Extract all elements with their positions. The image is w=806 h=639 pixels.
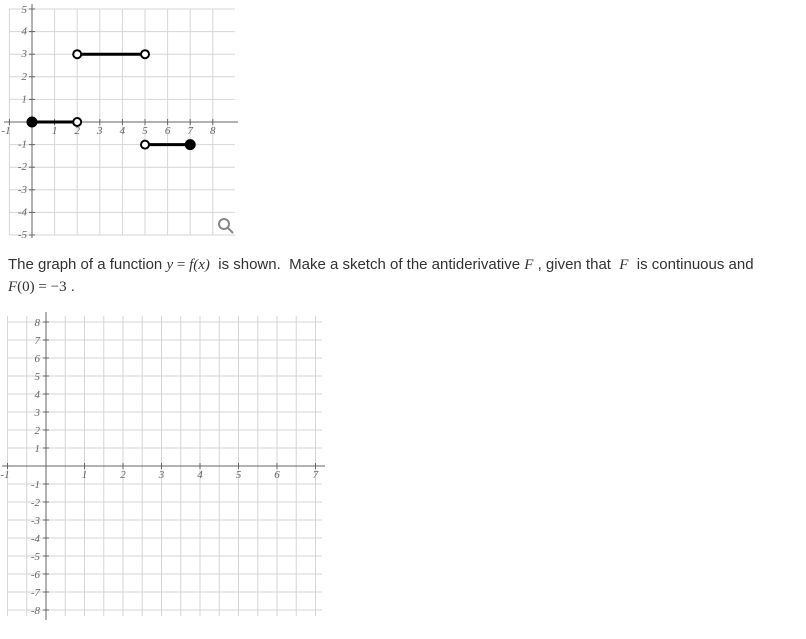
y-tick-label: 1 (35, 443, 41, 455)
x-tick-label: 7 (187, 125, 193, 137)
prompt-text: . (67, 278, 75, 295)
x-tick-label: -1 (0, 469, 9, 481)
y-tick-label: -2 (18, 161, 28, 173)
prompt-text: is continuous and (628, 256, 753, 273)
y-tick-label: 3 (21, 48, 28, 60)
y-tick-label: -1 (31, 479, 40, 491)
x-tick-label: 6 (165, 125, 171, 137)
prompt-text: is shown. Make a sketch of the antideriv… (210, 256, 524, 273)
y-tick-label: -5 (18, 229, 28, 241)
y-tick-label: -4 (31, 533, 41, 545)
x-tick-label: 5 (142, 125, 148, 137)
y-tick-label: 1 (22, 93, 28, 105)
y-tick-label: 8 (35, 317, 41, 329)
y-tick-label: -1 (18, 139, 27, 151)
prompt-text: , given that (533, 256, 619, 273)
y-tick-label: -4 (18, 206, 28, 218)
x-tick-label: 6 (274, 469, 280, 481)
y-tick-label: 7 (35, 335, 41, 347)
x-tick-label: 7 (313, 469, 319, 481)
y-tick-label: -5 (31, 551, 41, 563)
axis-labels: -1 1 2 3 4 5 6 7 -8 -7 -6 -5 -4 -3 -2 -1… (0, 317, 318, 617)
math-expr: y = f(x) (166, 257, 209, 273)
y-tick-label: 3 (34, 407, 41, 419)
y-tick-label: -2 (31, 497, 41, 509)
y-tick-label: -7 (31, 587, 41, 599)
y-tick-label: -3 (31, 515, 41, 527)
y-tick-label: 4 (22, 26, 28, 38)
answer-grid[interactable]: -1 1 2 3 4 5 6 7 -8 -7 -6 -5 -4 -3 -2 -1… (0, 306, 806, 631)
y-tick-label: 2 (22, 71, 28, 83)
question-prompt: The graph of a function y = f(x) is show… (8, 254, 768, 298)
y-tick-label: 5 (35, 371, 41, 383)
y-tick-label: 6 (35, 353, 41, 365)
y-tick-label: 2 (35, 425, 41, 437)
x-tick-label: 3 (96, 125, 103, 137)
x-tick-label: -1 (1, 125, 10, 137)
function-graph: -1 1 2 3 4 5 6 7 8 -5 -4 -3 -2 -1 1 2 3 … (0, 0, 806, 250)
x-tick-label: 3 (158, 469, 165, 481)
y-tick-label: -6 (31, 569, 41, 581)
x-tick-label: 2 (120, 469, 126, 481)
x-tick-label: 5 (236, 469, 242, 481)
y-tick-label: -3 (18, 184, 28, 196)
x-tick-label: 1 (82, 469, 88, 481)
y-tick-label: 4 (35, 389, 41, 401)
magnifier-icon[interactable] (219, 219, 233, 233)
x-tick-label: 4 (120, 125, 126, 137)
prompt-text: The graph of a function (8, 256, 166, 273)
y-tick-label: -8 (31, 605, 41, 617)
x-tick-label: 4 (197, 469, 203, 481)
math-condition: F(0) = −3 (8, 279, 67, 295)
x-tick-label: 1 (52, 125, 58, 137)
x-tick-label: 8 (210, 125, 216, 137)
y-tick-label: 5 (22, 4, 28, 16)
